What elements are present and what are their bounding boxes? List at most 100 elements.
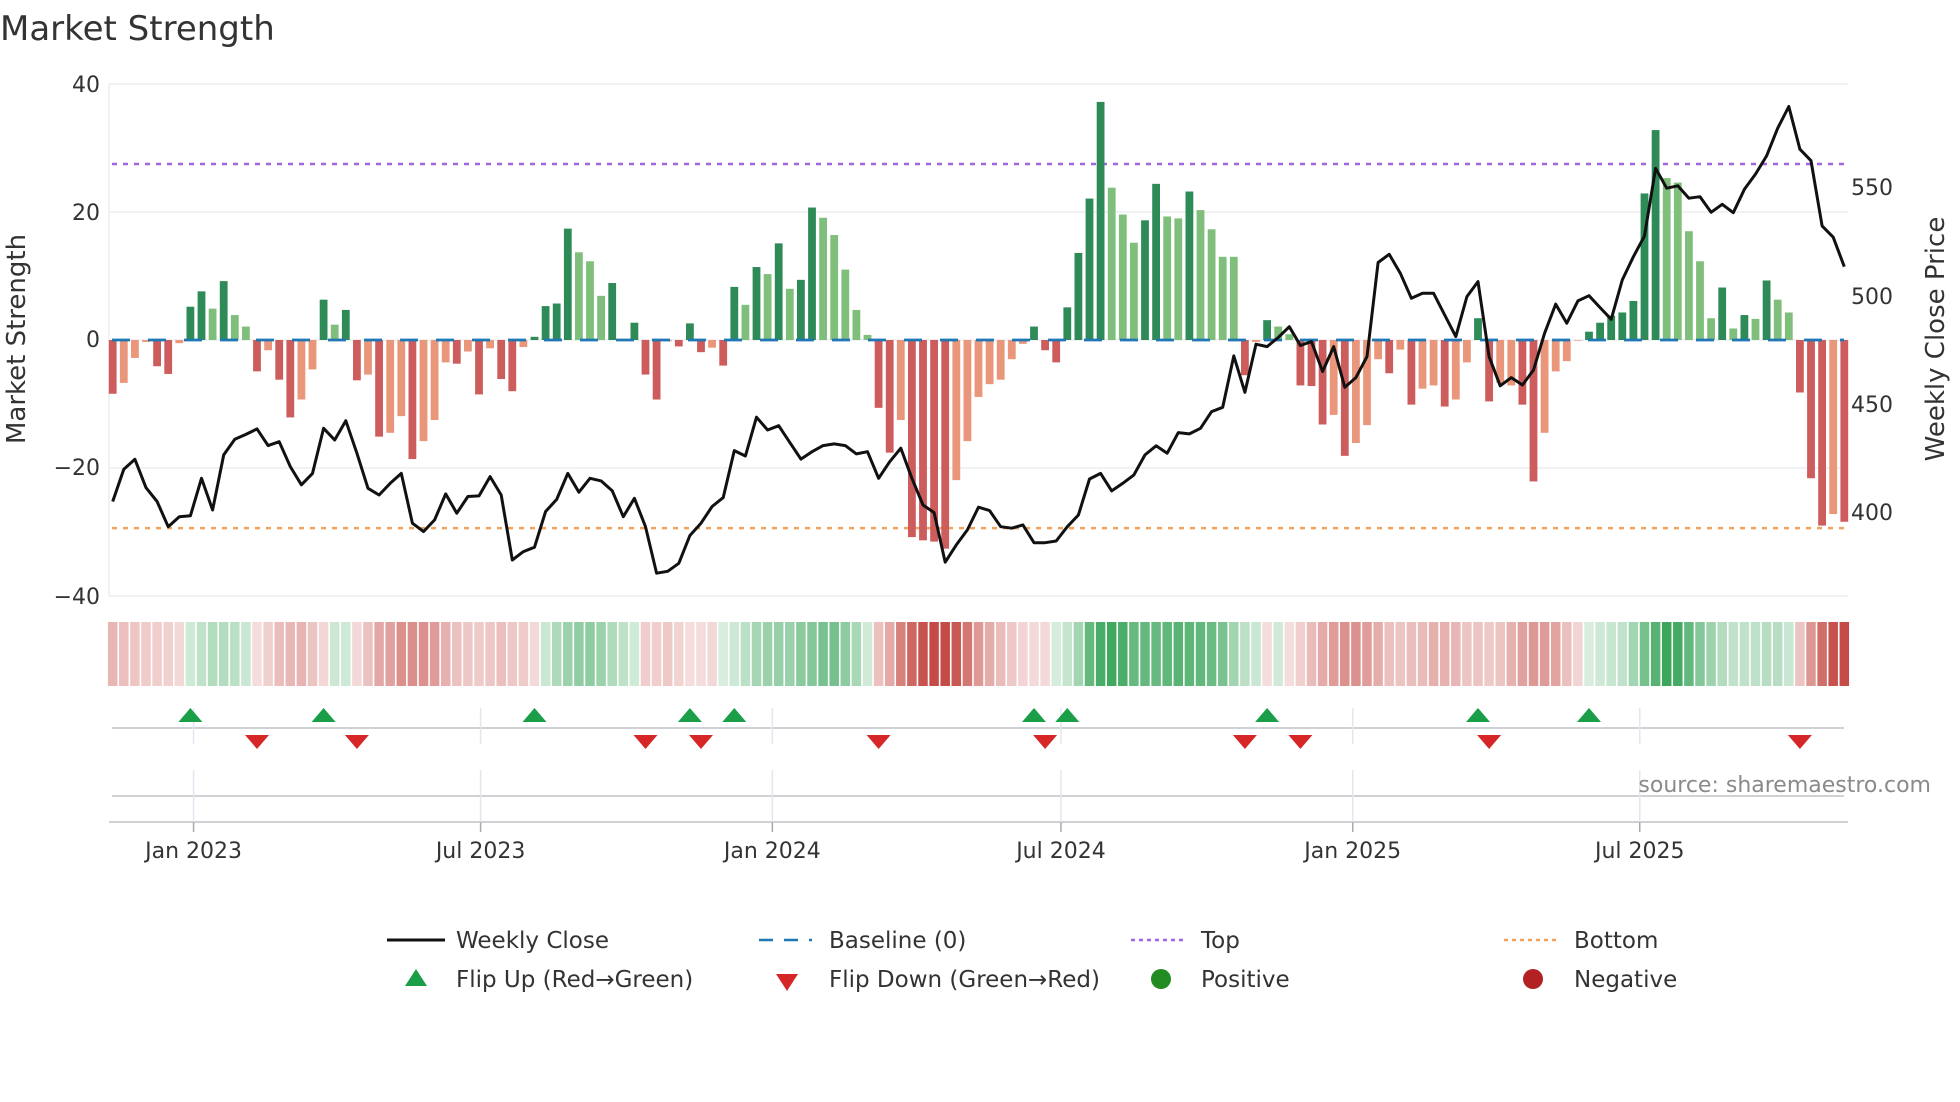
negative-bar <box>497 340 506 380</box>
strip-cell <box>818 622 828 686</box>
strip-cell <box>1673 622 1683 686</box>
strip-cell <box>1129 622 1139 686</box>
positive-bar <box>1174 218 1183 340</box>
legend-label: Top <box>1200 928 1240 954</box>
negative-bar <box>1807 340 1815 479</box>
strip-cell <box>1340 622 1350 686</box>
flip-down-marker <box>866 735 891 749</box>
negative-bar <box>253 340 261 372</box>
negative-bar <box>1241 340 1249 376</box>
strip-cell <box>1473 622 1483 686</box>
negative-bar <box>874 340 883 408</box>
negative-bar <box>1818 340 1826 526</box>
strip-cell <box>230 622 240 686</box>
strip-cell <box>1428 622 1439 686</box>
strip-cell <box>984 622 995 686</box>
flip-up-marker <box>1577 708 1601 722</box>
strip-cell <box>918 622 928 686</box>
negative-bar <box>452 340 461 364</box>
negative-bar <box>697 340 705 353</box>
y2-tick-label: 550 <box>1851 176 1893 201</box>
strip-cell <box>318 622 329 686</box>
positive-bar <box>186 306 195 340</box>
strip-cell <box>507 622 518 686</box>
source-credit: source: sharemaestro.com <box>1638 773 1931 798</box>
positive-bar <box>1130 242 1138 340</box>
flip-up-marker <box>1022 708 1046 722</box>
strip-cell <box>962 622 973 686</box>
strip-cell <box>1262 622 1272 686</box>
legend-flip-up-icon <box>405 969 427 986</box>
strip-cell <box>518 622 529 686</box>
strip-cell <box>1451 622 1461 686</box>
negative-bar <box>1829 340 1838 515</box>
legend-label: Flip Up (Red→Green) <box>456 967 693 993</box>
positive-bar <box>1618 312 1627 340</box>
y-tick-label: −40 <box>54 585 100 610</box>
flip-up-marker <box>1466 708 1490 722</box>
strip-cell <box>1118 622 1128 686</box>
legend-flip-down-icon <box>776 974 798 991</box>
strip-cell <box>1217 622 1228 686</box>
positive-bar <box>319 299 328 340</box>
positive-bar <box>1074 252 1083 340</box>
strip-cell <box>1772 622 1783 686</box>
strip-cell <box>1650 622 1661 686</box>
negative-bar <box>896 340 905 420</box>
strip-cell <box>218 622 229 686</box>
strip-cell <box>1362 622 1372 686</box>
positive-bar <box>1118 214 1127 340</box>
positive-bar <box>819 217 827 340</box>
positive-bar <box>1063 307 1072 340</box>
strip-cell <box>1384 622 1394 686</box>
positive-bar <box>552 303 561 340</box>
strip-cell <box>1162 622 1172 686</box>
strip-cell <box>1584 622 1594 686</box>
strip-cell <box>185 622 196 686</box>
strip-cell <box>1761 622 1772 686</box>
positive-bar <box>1229 256 1238 340</box>
strip-cell <box>1084 622 1095 686</box>
strip-cell <box>751 622 762 686</box>
positive-bar <box>1740 315 1749 340</box>
positive-bar <box>1185 191 1194 340</box>
strip-cell <box>1595 622 1605 686</box>
strip-cell <box>1739 622 1750 686</box>
negative-bar <box>1562 340 1571 362</box>
negative-bar <box>430 340 439 420</box>
positive-bar <box>785 288 794 340</box>
strip-cell <box>1495 622 1505 686</box>
strip-cell <box>740 622 751 686</box>
positive-bar <box>1773 299 1782 340</box>
negative-bar <box>441 340 450 363</box>
negative-bar <box>408 340 417 460</box>
positive-bar <box>774 243 783 340</box>
negative-bar <box>1418 340 1427 389</box>
strip-cell <box>607 622 617 686</box>
negative-bar <box>1340 340 1349 456</box>
strip-cell <box>1351 622 1361 686</box>
negative-bar <box>464 340 472 352</box>
strip-cell <box>296 622 307 686</box>
positive-bar <box>330 324 339 340</box>
strip-cell <box>1151 622 1161 686</box>
flip-down-marker <box>1232 735 1257 749</box>
strip-cell <box>1562 622 1572 686</box>
strip-cell <box>385 622 395 686</box>
positive-bar <box>763 274 772 340</box>
positive-bar <box>797 279 805 340</box>
strip-cell <box>1828 622 1838 686</box>
strip-cell <box>1140 622 1150 686</box>
strip-cell <box>196 622 207 686</box>
negative-bar <box>919 340 927 541</box>
negative-bar <box>353 340 361 381</box>
strip-cell <box>130 622 140 686</box>
legend-label: Negative <box>1574 967 1677 993</box>
strip-cell <box>995 622 1006 686</box>
strip-cell <box>1328 622 1339 686</box>
strip-cell <box>329 622 340 686</box>
strip-cell <box>1406 622 1417 686</box>
negative-bar <box>941 340 950 549</box>
negative-bar <box>386 340 395 433</box>
positive-bar <box>686 323 694 340</box>
